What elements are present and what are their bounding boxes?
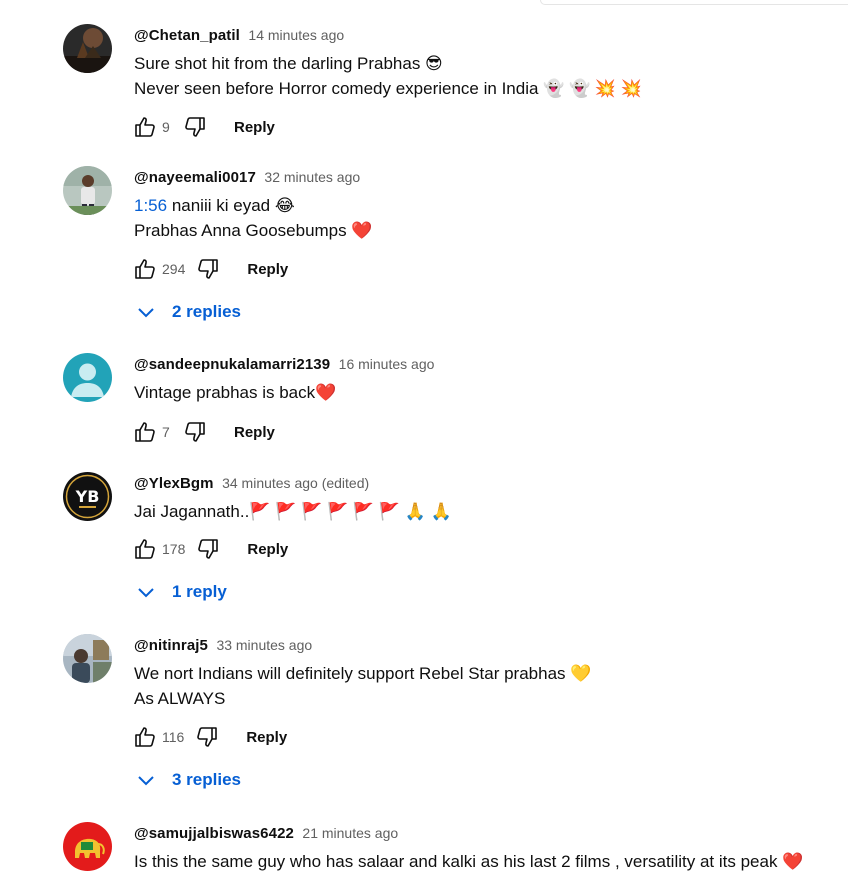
thumb-down-icon (185, 422, 205, 442)
comment-text-line: Prabhas Anna Goosebumps ❤️ (134, 221, 373, 240)
replies-count: 1 reply (172, 582, 227, 601)
comment-text-line: Is this the same guy who has salaar and … (134, 852, 804, 871)
thumb-down-icon (185, 117, 205, 137)
thumb-up-icon (135, 259, 155, 279)
thumb-down-icon (198, 259, 219, 279)
comment-time[interactable]: 21 minutes ago (302, 825, 398, 841)
comment-time[interactable]: 14 minutes ago (248, 27, 344, 43)
view-replies-button[interactable]: 1 reply (134, 576, 227, 608)
comment-author[interactable]: @Chetan_patil (134, 27, 240, 44)
avatar[interactable] (63, 634, 112, 683)
comment-text-line: Vintage prabhas is back❤️ (134, 383, 337, 402)
comment-time[interactable]: 16 minutes ago (339, 356, 435, 372)
thumb-up-icon (135, 727, 155, 747)
comment-actions: 294 Reply (130, 254, 288, 284)
panel-edge (540, 0, 848, 5)
logo-text: YB (75, 487, 100, 506)
like-button[interactable] (130, 254, 160, 284)
replies-count: 2 replies (172, 302, 241, 321)
reply-button[interactable]: Reply (247, 541, 288, 558)
avatar[interactable] (63, 24, 112, 73)
like-count: 9 (162, 119, 170, 135)
like-count: 116 (162, 729, 185, 745)
dislike-button[interactable] (192, 722, 222, 752)
comment-actions: 178 Reply (130, 534, 288, 564)
timestamp-link[interactable]: 1:56 (134, 196, 167, 215)
comment-author[interactable]: @nitinraj5 (134, 637, 208, 654)
avatar[interactable] (63, 353, 112, 402)
comment-time[interactable]: 32 minutes ago (264, 169, 360, 185)
comment-text-line: Never seen before Horror comedy experien… (134, 79, 642, 98)
reply-button[interactable]: Reply (234, 424, 275, 441)
dislike-button[interactable] (180, 417, 210, 447)
avatar[interactable] (63, 822, 112, 871)
chevron-down-icon (138, 308, 154, 318)
avatar[interactable]: YB (63, 472, 112, 521)
reply-button[interactable]: Reply (246, 729, 287, 746)
comment-author[interactable]: @samujjalbiswas6422 (134, 825, 294, 842)
replies-count: 3 replies (172, 770, 241, 789)
thumb-up-icon (135, 539, 155, 559)
like-button[interactable] (130, 112, 160, 142)
comment-time[interactable]: 34 minutes ago (edited) (222, 475, 369, 491)
comment-actions: 9 Reply (130, 112, 275, 142)
comment-actions: 116 Reply (130, 722, 287, 752)
like-button[interactable] (130, 722, 160, 752)
comment-text-line: Jai Jagannath..🚩 🚩 🚩 🚩 🚩 🚩 🙏 🙏 (134, 502, 452, 521)
comment-text-line: We nort Indians will definitely support … (134, 664, 592, 683)
comment-author[interactable]: @YlexBgm (134, 475, 214, 492)
like-count: 178 (162, 541, 186, 557)
comment-text-line: As ALWAYS (134, 689, 226, 708)
view-replies-button[interactable]: 3 replies (134, 764, 241, 796)
like-count: 7 (162, 424, 170, 440)
thumb-up-icon (135, 422, 155, 442)
like-button[interactable] (130, 534, 160, 564)
dislike-button[interactable] (193, 254, 223, 284)
comment-author[interactable]: @sandeepnukalamarri2139 (134, 356, 330, 373)
comment-author[interactable]: @nayeemali0017 (134, 169, 256, 186)
dislike-button[interactable] (180, 112, 210, 142)
chevron-down-icon (138, 588, 154, 598)
thumb-down-icon (198, 539, 219, 559)
dislike-button[interactable] (193, 534, 223, 564)
comment-text-line: 1:56 naniii ki eyad 😂 (134, 196, 295, 215)
like-count: 294 (162, 261, 186, 277)
comment-time[interactable]: 33 minutes ago (216, 637, 312, 653)
thumb-down-icon (197, 727, 218, 747)
avatar[interactable] (63, 166, 112, 215)
thumb-up-icon (135, 117, 155, 137)
reply-button[interactable]: Reply (234, 119, 275, 136)
view-replies-button[interactable]: 2 replies (134, 296, 241, 328)
reply-button[interactable]: Reply (247, 261, 288, 278)
comment-text-line: Sure shot hit from the darling Prabhas 😎 (134, 54, 443, 73)
comment-actions: 7 Reply (130, 417, 275, 447)
chevron-down-icon (138, 776, 154, 786)
like-button[interactable] (130, 417, 160, 447)
